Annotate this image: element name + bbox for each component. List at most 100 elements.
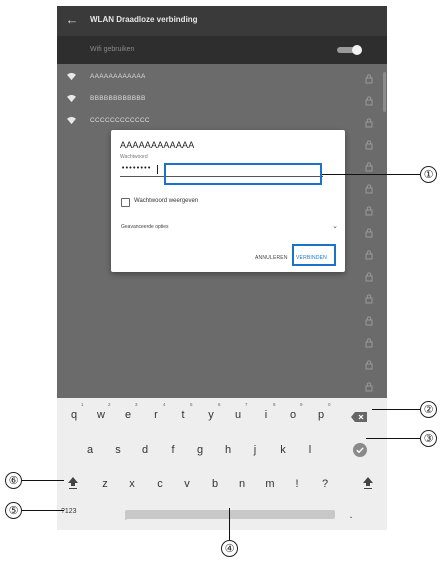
lock-icon [365, 294, 373, 304]
key-x[interactable]: x [119, 474, 145, 494]
network-name: AAAAAAAAAAAA [90, 73, 146, 80]
advanced-options-label: Geavanceerde opties [121, 224, 169, 230]
key-number-hint: 8 [273, 402, 276, 407]
callout-number-6: ⑥ [5, 472, 22, 489]
callout-number-3: ③ [420, 430, 437, 447]
checkbox-icon[interactable] [121, 198, 130, 207]
show-password-checkbox[interactable]: Wachtwoord weergeven [120, 197, 240, 209]
shift-icon[interactable] [362, 476, 374, 490]
lock-icon [365, 250, 373, 260]
key-number-hint: 5 [190, 402, 193, 407]
lock-icon [365, 184, 373, 194]
key-h[interactable]: h [215, 440, 241, 460]
network-name: BBBBBBBBBBBB [90, 95, 146, 102]
network-item[interactable]: AAAAAAAAAAAA [57, 66, 387, 88]
key-c[interactable]: c [147, 474, 173, 494]
backspace-icon[interactable] [351, 412, 367, 422]
key-k[interactable]: k [270, 440, 296, 460]
key-d[interactable]: d [132, 440, 158, 460]
key-y[interactable]: y [198, 405, 224, 425]
key-number-hint: 9 [300, 402, 303, 407]
list-scrollbar[interactable] [383, 72, 386, 112]
wifi-signal-icon [67, 72, 76, 81]
key-number-hint: 3 [135, 402, 138, 407]
period-key[interactable]: . [338, 505, 364, 525]
back-arrow-icon[interactable]: ← [65, 13, 79, 27]
key-number-hint: 4 [163, 402, 166, 407]
key-n[interactable]: n [229, 474, 255, 494]
lock-icon [365, 228, 373, 238]
lock-icon [365, 272, 373, 282]
shift-icon[interactable] [67, 476, 79, 490]
page-title: WLAN Draadloze verbinding [90, 15, 198, 24]
key-?[interactable]: ? [312, 474, 338, 494]
callout-number-2: ② [420, 401, 437, 418]
on-screen-keyboard: q 1 w 2 e 3 r 4 t 5 y 6 u 7 i 8 o 9 p 0 a s d f g h j k l z x c v b n m!? ?… [57, 398, 387, 530]
key-b[interactable]: b [202, 474, 228, 494]
wifi-signal-icon [67, 116, 76, 125]
key-number-hint: 1 [81, 402, 84, 407]
lock-icon [365, 96, 373, 106]
key-s[interactable]: s [105, 440, 131, 460]
key-![interactable]: ! [284, 474, 310, 494]
key-number-hint: 0 [328, 402, 331, 407]
show-password-label: Wachtwoord weergeven [134, 198, 199, 204]
key-e[interactable]: e [115, 405, 141, 425]
wifi-signal-icon [67, 94, 76, 103]
lock-icon [365, 118, 373, 128]
done-check-icon[interactable] [353, 443, 367, 457]
callout-number-4: ④ [221, 540, 238, 557]
lock-icon [365, 206, 373, 216]
key-l[interactable]: l [297, 440, 323, 460]
callout-line-3 [366, 438, 420, 439]
key-i[interactable]: i [253, 405, 279, 425]
lock-icon [365, 162, 373, 172]
key-g[interactable]: g [187, 440, 213, 460]
key-p[interactable]: p [308, 405, 334, 425]
callout-number-1: ① [420, 166, 437, 183]
key-number-hint: 2 [108, 402, 111, 407]
password-field-highlight [164, 163, 322, 185]
key-w[interactable]: w [88, 405, 114, 425]
lock-icon [365, 360, 373, 370]
key-q[interactable]: q [61, 405, 87, 425]
key-u[interactable]: u [225, 405, 251, 425]
key-number-hint: 6 [218, 402, 221, 407]
dialog-network-name: AAAAAAAAAAAA [120, 140, 195, 150]
network-name: CCCCCCCCCCCC [90, 117, 150, 124]
callout-line-6 [22, 480, 64, 481]
lock-icon [365, 140, 373, 150]
advanced-options-row[interactable]: Geavanceerde opties ⌄ [120, 222, 338, 234]
callout-line-4 [229, 508, 230, 540]
callout-number-5: ⑤ [5, 502, 22, 519]
key-m[interactable]: m [257, 474, 283, 494]
key-r[interactable]: r [143, 405, 169, 425]
chevron-down-icon[interactable]: ⌄ [332, 222, 338, 230]
network-item[interactable]: CCCCCCCCCCCC [57, 110, 387, 132]
app-bar: ← WLAN Draadloze verbinding [57, 6, 387, 36]
cancel-button[interactable]: ANNULEREN [255, 255, 288, 261]
key-v[interactable]: v [174, 474, 200, 494]
connect-button-highlight [292, 244, 336, 266]
tablet-screen: ← WLAN Draadloze verbinding Wifi gebruik… [57, 6, 387, 530]
lock-icon [365, 316, 373, 326]
callout-line-2 [372, 409, 420, 410]
wifi-toggle-row[interactable]: Wifi gebruiken [57, 36, 387, 64]
callout-line-1 [322, 174, 420, 175]
callout-line-5 [22, 510, 64, 511]
network-item[interactable]: BBBBBBBBBBBB [57, 88, 387, 110]
key-z[interactable]: z [92, 474, 118, 494]
key-o[interactable]: o [280, 405, 306, 425]
key-t[interactable]: t [170, 405, 196, 425]
key-f[interactable]: f [160, 440, 186, 460]
key-a[interactable]: a [77, 440, 103, 460]
password-value: •••••••• [121, 164, 151, 172]
spacebar[interactable] [125, 510, 335, 519]
wifi-toggle-label: Wifi gebruiken [90, 46, 135, 53]
lock-icon [365, 338, 373, 348]
wifi-switch-thumb[interactable] [352, 45, 362, 55]
lock-icon [365, 382, 373, 392]
key-j[interactable]: j [242, 440, 268, 460]
password-label: Wachtwoord [120, 154, 148, 160]
key-number-hint: 7 [245, 402, 248, 407]
